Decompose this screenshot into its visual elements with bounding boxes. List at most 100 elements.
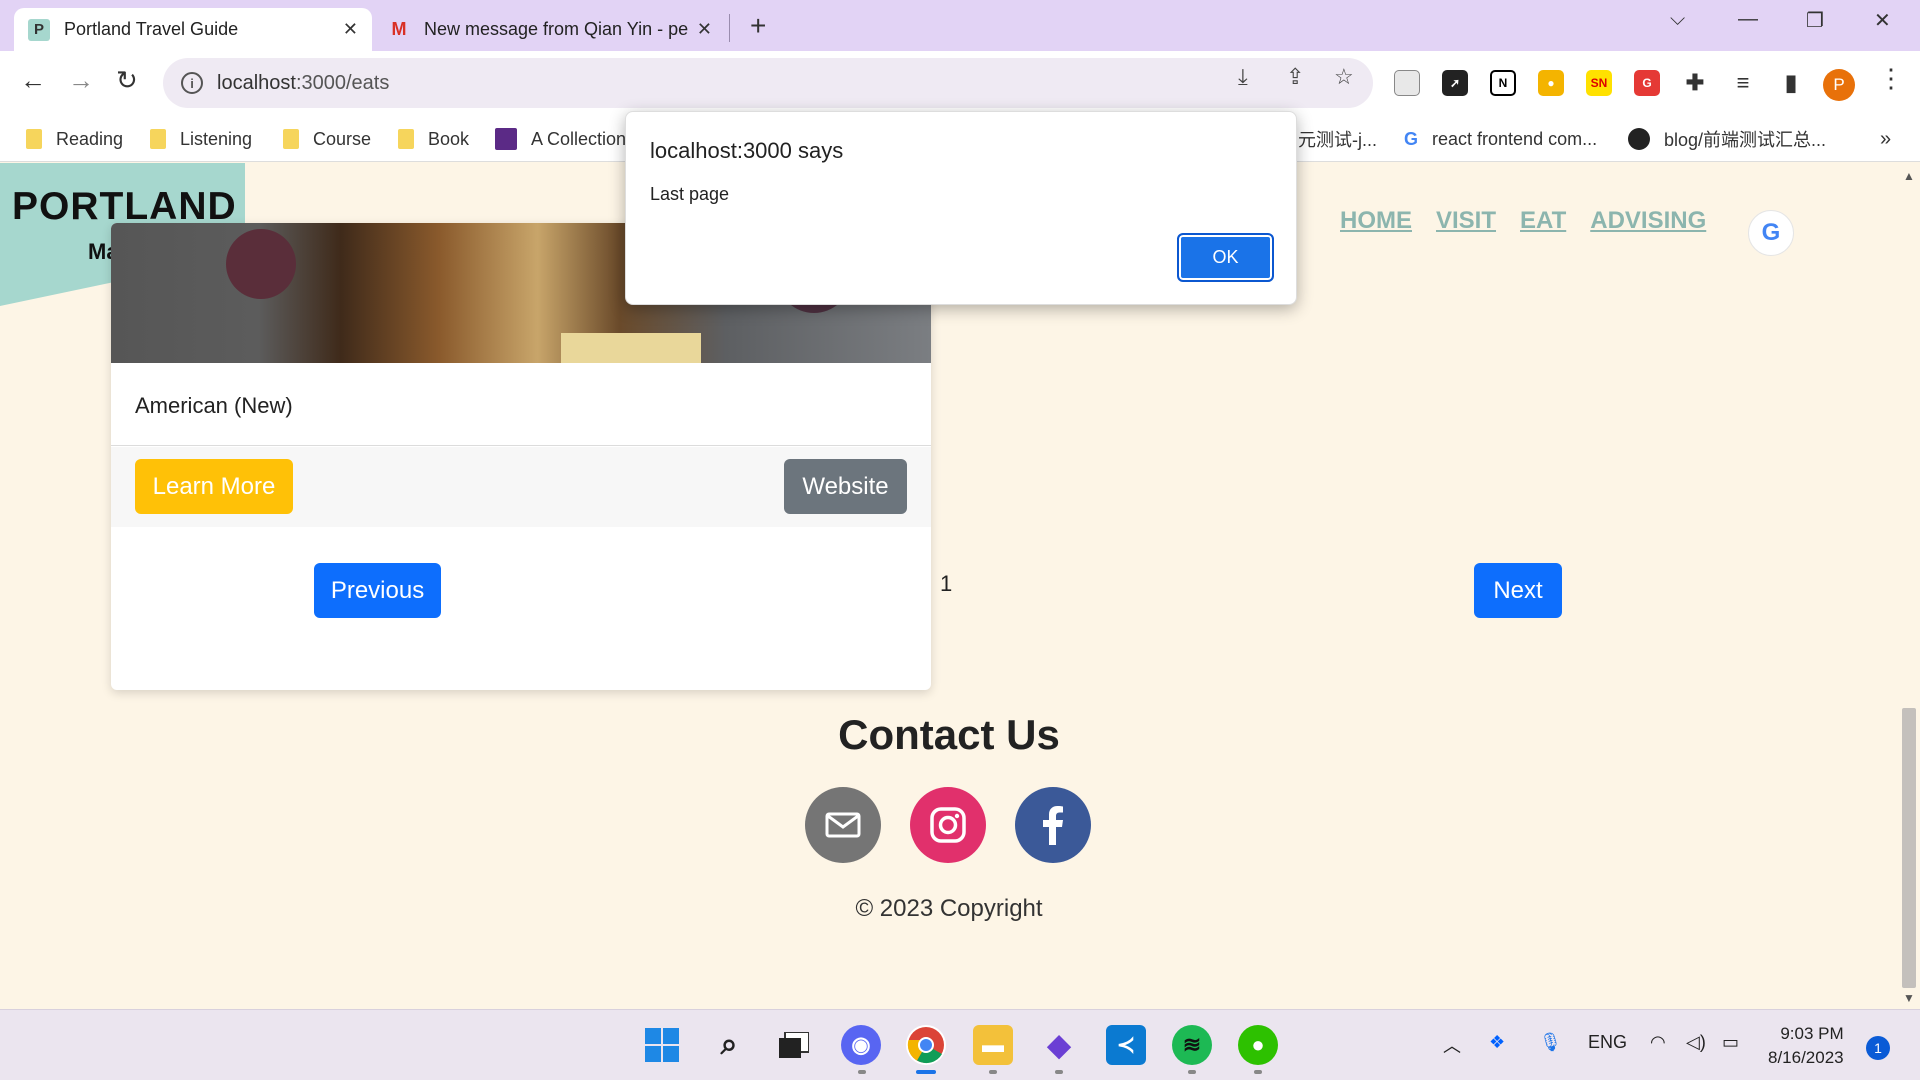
bookmark-label: A Collection xyxy=(531,128,627,149)
running-indicator xyxy=(1254,1070,1262,1074)
reader-extension-icon[interactable] xyxy=(1394,70,1420,96)
bookmark-folder-course[interactable]: Course xyxy=(283,124,371,154)
floor-decoration xyxy=(561,333,701,363)
bookmark-folder-listening[interactable]: Listening xyxy=(150,124,252,154)
install-app-icon[interactable]: ⤓ xyxy=(1238,64,1248,90)
dialog-message: Last page xyxy=(650,184,730,204)
site-info-icon[interactable]: i xyxy=(181,72,203,94)
nav-home[interactable]: HOME xyxy=(1340,207,1412,235)
windows-taskbar: ⌕ ◉ ▬ ◆ ≺ ≋ ● ︿ ❖ 🎙 ENG ◠ ◁) ▭ 9:03 PM 8… xyxy=(0,1009,1920,1080)
notification-badge[interactable]: 1 xyxy=(1866,1036,1890,1060)
keep-extension-icon[interactable]: ● xyxy=(1538,70,1564,96)
close-tab-icon[interactable]: ✕ xyxy=(697,19,712,40)
tab-portland-travel-guide[interactable]: P Portland Travel Guide ✕ xyxy=(14,8,372,51)
website-button[interactable]: Website xyxy=(784,459,907,514)
share-icon[interactable]: ⇪ xyxy=(1286,64,1304,90)
tab-divider xyxy=(729,14,730,42)
notion-icon[interactable]: N xyxy=(1490,70,1516,96)
bookmark-react-frontend[interactable]: Greact frontend com... xyxy=(1404,124,1597,154)
nav-advising[interactable]: ADVISING xyxy=(1590,207,1706,235)
tab-gmail[interactable]: M New message from Qian Yin - pe ✕ xyxy=(374,8,726,51)
folder-icon xyxy=(283,129,299,149)
close-window-icon[interactable]: ✕ xyxy=(1874,8,1891,33)
card-body: American (New) xyxy=(111,363,931,446)
windows-start-icon[interactable] xyxy=(642,1025,682,1065)
folder-icon xyxy=(398,129,414,149)
task-view-icon[interactable] xyxy=(774,1025,814,1065)
bookmark-label: Book xyxy=(428,128,470,149)
email-icon[interactable] xyxy=(805,787,881,863)
extensions-puzzle-icon[interactable]: ✚ xyxy=(1682,70,1708,96)
sn-extension-icon[interactable]: SN xyxy=(1586,70,1612,96)
google-signin-button[interactable]: G xyxy=(1748,210,1794,256)
file-explorer-icon[interactable]: ▬ xyxy=(973,1025,1013,1065)
scroll-down-icon[interactable]: ▼ xyxy=(1903,991,1915,1005)
bookmark-a-collection[interactable]: A Collection xyxy=(495,124,626,154)
gmail-icon: M xyxy=(391,19,407,39)
send-extension-icon[interactable]: ➚ xyxy=(1442,70,1468,96)
menu-kebab-icon[interactable]: ⋮ xyxy=(1878,63,1904,94)
running-indicator xyxy=(989,1070,997,1074)
bookmark-star-icon[interactable]: ☆ xyxy=(1334,64,1354,90)
nav-eat[interactable]: EAT xyxy=(1520,207,1566,235)
forward-arrow-icon[interactable]: → xyxy=(68,65,94,96)
battery-icon[interactable]: ▭ xyxy=(1722,1032,1739,1053)
restore-icon[interactable]: ❐ xyxy=(1806,8,1824,33)
volume-icon[interactable]: ◁) xyxy=(1686,1032,1706,1053)
cuisine-label: American (New) xyxy=(135,393,293,418)
collection-icon xyxy=(495,128,517,150)
tab-title: Portland Travel Guide xyxy=(64,19,239,39)
learn-more-button[interactable]: Learn More xyxy=(135,459,293,514)
new-tab-icon[interactable]: + xyxy=(750,10,766,42)
minimize-icon[interactable]: — xyxy=(1738,8,1758,31)
system-clock[interactable]: 9:03 PM 8/16/2023 xyxy=(1768,1022,1844,1070)
previous-button[interactable]: Previous xyxy=(314,563,441,618)
bookmark-folder-book[interactable]: Book xyxy=(398,124,469,154)
more-bookmarks-icon[interactable]: » xyxy=(1880,128,1891,151)
url-text: localhost:3000/eats xyxy=(217,72,389,95)
facebook-icon[interactable] xyxy=(1015,787,1091,863)
instagram-icon[interactable] xyxy=(910,787,986,863)
tab-search-chevron-icon[interactable]: ⌵ xyxy=(1670,8,1685,31)
address-bar[interactable]: i localhost:3000/eats xyxy=(163,58,1373,108)
clock-time: 9:03 PM xyxy=(1780,1024,1844,1043)
obsidian-icon[interactable]: ◆ xyxy=(1039,1025,1079,1065)
scroll-up-icon[interactable]: ▲ xyxy=(1903,169,1915,183)
url-host: localhost xyxy=(217,71,296,94)
tab-title: New message from Qian Yin - pe xyxy=(424,19,689,39)
side-panel-icon[interactable]: ▮ xyxy=(1778,70,1804,96)
ok-button[interactable]: OK xyxy=(1177,233,1274,282)
nav-visit[interactable]: VISIT xyxy=(1436,207,1496,235)
chrome-icon[interactable] xyxy=(906,1025,946,1065)
url-path: :3000/eats xyxy=(295,71,390,94)
spotify-icon[interactable]: ≋ xyxy=(1172,1025,1212,1065)
running-indicator xyxy=(858,1070,866,1074)
dropbox-icon[interactable]: ❖ xyxy=(1489,1032,1505,1053)
bookmark-blog[interactable]: blog/前端测试汇总... xyxy=(1628,124,1826,154)
grammarly-extension-icon[interactable]: G xyxy=(1634,70,1660,96)
page-scrollbar[interactable]: ▲ ▼ xyxy=(1898,163,1920,1009)
plant-decoration xyxy=(226,229,296,299)
bookmark-chinese-test[interactable]: 元测试-j... xyxy=(1298,124,1377,154)
wifi-icon[interactable]: ◠ xyxy=(1650,1032,1666,1053)
reload-icon[interactable]: ↻ xyxy=(116,65,138,96)
alert-dialog: localhost:3000 says Last page OK xyxy=(625,111,1297,305)
active-indicator xyxy=(916,1070,936,1074)
search-icon[interactable]: ⌕ xyxy=(709,1025,749,1065)
wechat-icon[interactable]: ● xyxy=(1238,1025,1278,1065)
next-button[interactable]: Next xyxy=(1474,563,1562,618)
language-indicator[interactable]: ENG xyxy=(1588,1032,1627,1053)
close-tab-icon[interactable]: ✕ xyxy=(343,19,358,40)
profile-avatar[interactable]: P xyxy=(1823,69,1855,101)
scrollbar-thumb[interactable] xyxy=(1902,708,1916,988)
back-arrow-icon[interactable]: ← xyxy=(20,65,46,96)
vscode-icon[interactable]: ≺ xyxy=(1106,1025,1146,1065)
media-control-icon[interactable]: ≡ xyxy=(1730,70,1756,96)
running-indicator xyxy=(1055,1070,1063,1074)
tray-chevron-icon[interactable]: ︿ xyxy=(1443,1032,1461,1058)
discord-icon[interactable]: ◉ xyxy=(841,1025,881,1065)
microphone-icon[interactable]: 🎙 xyxy=(1539,1032,1562,1053)
folder-icon xyxy=(150,129,166,149)
bookmark-folder-reading[interactable]: Reading xyxy=(26,124,123,154)
copyright-text: © 2023 Copyright xyxy=(855,895,1043,922)
